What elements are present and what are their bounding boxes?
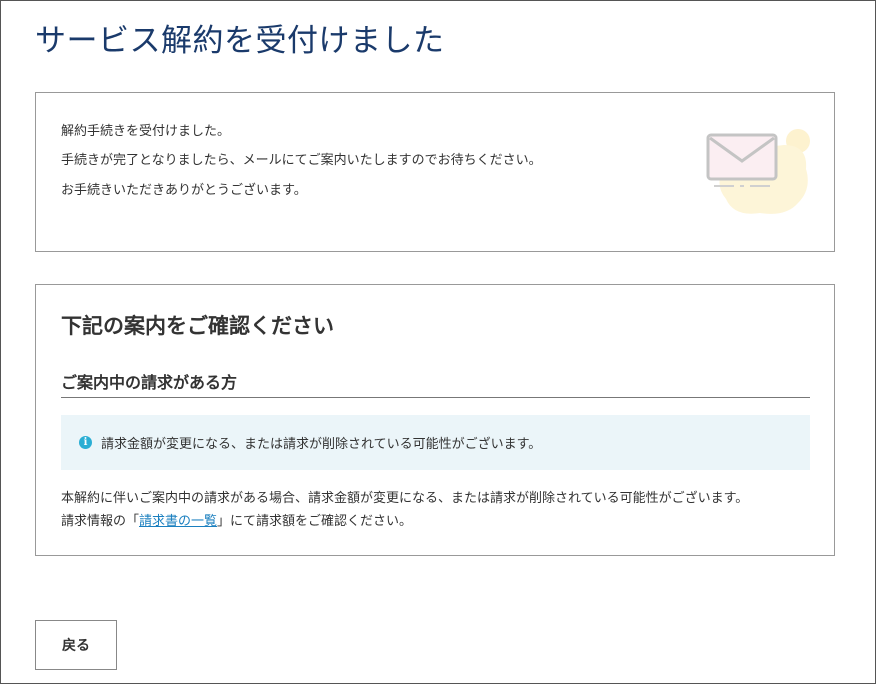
page-title: サービス解約を受付けました xyxy=(35,23,445,59)
completion-card: 解約手続きを受付けました。 手続きが完了となりましたら、メールにてご案内いたしま… xyxy=(35,92,835,252)
guide-body-line-2-suffix: 」にて請求額をご確認ください。 xyxy=(217,514,413,529)
envelope-icon xyxy=(706,129,810,214)
info-notice-text: 請求金額が変更になる、または請求が削除されている可能性がございます。 xyxy=(101,437,542,452)
invoice-list-link[interactable]: 請求書の一覧 xyxy=(139,514,217,529)
back-button[interactable]: 戻る xyxy=(35,620,117,670)
page-frame: サービス解約を受付けました 解約手続きを受付けました。 手続きが完了となりました… xyxy=(0,0,876,684)
subheading-divider xyxy=(61,397,810,398)
guide-subheading: ご案内中の請求がある方 xyxy=(61,373,238,392)
info-icon: i xyxy=(79,436,92,449)
completion-message-line-3: お手続きいただきありがとうございます。 xyxy=(61,183,307,198)
guide-body-line-1: 本解約に伴いご案内中の請求がある場合、請求金額が変更になる、または請求が削除され… xyxy=(61,491,749,506)
guide-body-line-2: 請求情報の「請求書の一覧」にて請求額をご確認ください。 xyxy=(61,510,412,529)
info-notice: i 請求金額が変更になる、または請求が削除されている可能性がございます。 xyxy=(61,415,810,470)
guide-card: 下記の案内をご確認ください ご案内中の請求がある方 i 請求金額が変更になる、ま… xyxy=(35,284,835,556)
completion-message-line-1: 解約手続きを受付けました。 xyxy=(61,124,231,139)
completion-message-line-2: 手続きが完了となりましたら、メールにてご案内いたしますのでお待ちください。 xyxy=(61,153,542,168)
guide-heading: 下記の案内をご確認ください xyxy=(61,314,334,338)
guide-body-line-2-prefix: 請求情報の「 xyxy=(61,514,140,529)
